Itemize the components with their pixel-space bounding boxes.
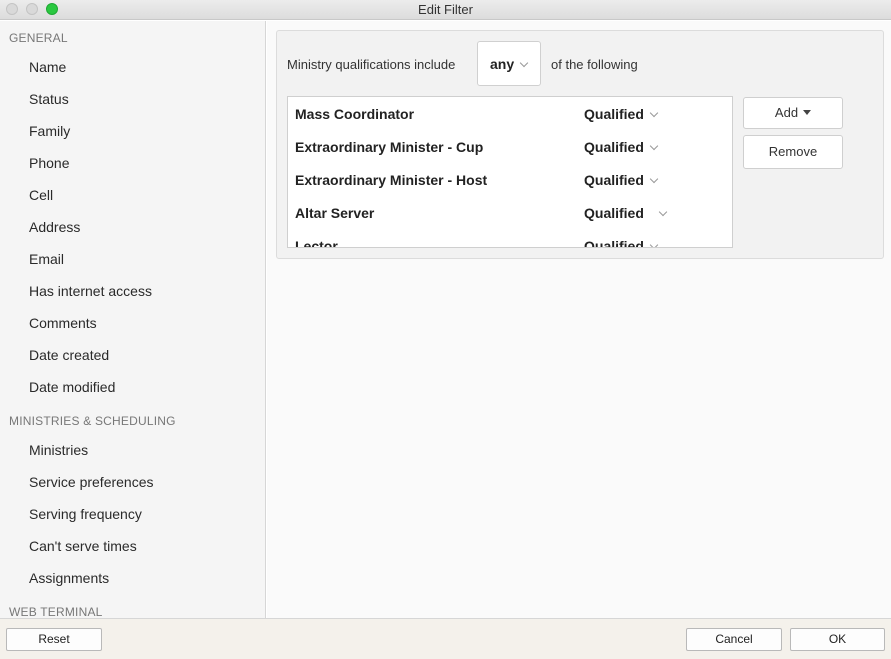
qualification-status-select[interactable]: Qualified: [584, 106, 659, 122]
match-mode-value: any: [490, 56, 515, 72]
sidebar-item-cell[interactable]: Cell: [29, 187, 53, 203]
sidebar-item-date-created[interactable]: Date created: [29, 347, 109, 363]
sidebar-item-serving-frequency[interactable]: Serving frequency: [29, 506, 142, 522]
qualification-status-select[interactable]: Qualified: [584, 172, 659, 188]
window-title: Edit Filter: [418, 2, 473, 17]
ministry-name: Extraordinary Minister - Host: [295, 172, 488, 188]
chevron-down-icon: [658, 207, 668, 217]
condition-prefix-label: Ministry qualifications include: [287, 57, 456, 72]
sidebar-item-comments[interactable]: Comments: [29, 315, 97, 331]
add-qualification-button[interactable]: Add: [743, 97, 843, 129]
filter-field-sidebar: GENERAL Name Status Family Phone Cell Ad…: [0, 21, 266, 618]
sidebar-item-cant-serve-times[interactable]: Can't serve times: [29, 538, 137, 554]
chevron-down-icon: [649, 240, 659, 247]
sidebar-item-ministries[interactable]: Ministries: [29, 442, 88, 458]
qualification-list[interactable]: Mass Coordinator Qualified Extraordinary…: [287, 96, 733, 248]
list-item[interactable]: Lector Qualified: [288, 229, 732, 248]
reset-button[interactable]: Reset: [6, 628, 102, 651]
chevron-down-icon: [649, 141, 659, 151]
ok-button[interactable]: OK: [790, 628, 885, 651]
section-header-ministries: MINISTRIES & SCHEDULING: [9, 414, 176, 428]
qualification-status-select[interactable]: Qualified: [584, 139, 659, 155]
sidebar-item-email[interactable]: Email: [29, 251, 64, 267]
ministry-name: Lector: [295, 238, 338, 248]
ministry-name: Mass Coordinator: [295, 106, 415, 122]
chevron-down-icon: [519, 58, 529, 68]
section-header-general: GENERAL: [9, 31, 68, 45]
sidebar-item-internet-access[interactable]: Has internet access: [29, 283, 152, 299]
edit-filter-window: Edit Filter GENERAL Name Status Family P…: [0, 0, 891, 659]
ministry-name: Extraordinary Minister - Cup: [295, 139, 484, 155]
title-bar[interactable]: Edit Filter: [0, 0, 891, 20]
qualification-status-select[interactable]: Qualified: [584, 238, 659, 247]
sidebar-item-service-preferences[interactable]: Service preferences: [29, 474, 154, 490]
list-item[interactable]: Extraordinary Minister - Host Qualified: [288, 163, 732, 196]
dialog-footer: Reset Cancel OK: [0, 618, 891, 659]
section-header-web-terminal: WEB TERMINAL: [9, 605, 103, 618]
filter-editor: Ministry qualifications include any of t…: [267, 21, 891, 618]
list-item[interactable]: Extraordinary Minister - Cup Qualified: [288, 130, 732, 163]
sidebar-item-date-modified[interactable]: Date modified: [29, 379, 115, 395]
condition-suffix-label: of the following: [551, 57, 638, 72]
ministry-name: Altar Server: [295, 205, 375, 221]
match-mode-select[interactable]: any: [477, 41, 541, 86]
sidebar-item-name[interactable]: Name: [29, 59, 66, 75]
list-item[interactable]: Altar Server Qualified: [288, 196, 732, 229]
sidebar-item-phone[interactable]: Phone: [29, 155, 69, 171]
qualification-status-select[interactable]: Qualified: [584, 205, 668, 221]
remove-qualification-button[interactable]: Remove: [743, 135, 843, 169]
sidebar-item-assignments[interactable]: Assignments: [29, 570, 109, 586]
sidebar-item-address[interactable]: Address: [29, 219, 80, 235]
chevron-down-icon: [649, 108, 659, 118]
sidebar-item-status[interactable]: Status: [29, 91, 69, 107]
list-item[interactable]: Mass Coordinator Qualified: [288, 97, 732, 130]
chevron-down-icon: [649, 174, 659, 184]
sidebar-item-family[interactable]: Family: [29, 123, 70, 139]
caret-down-icon: [803, 110, 812, 115]
cancel-button[interactable]: Cancel: [686, 628, 782, 651]
condition-panel: Ministry qualifications include any of t…: [276, 30, 884, 259]
